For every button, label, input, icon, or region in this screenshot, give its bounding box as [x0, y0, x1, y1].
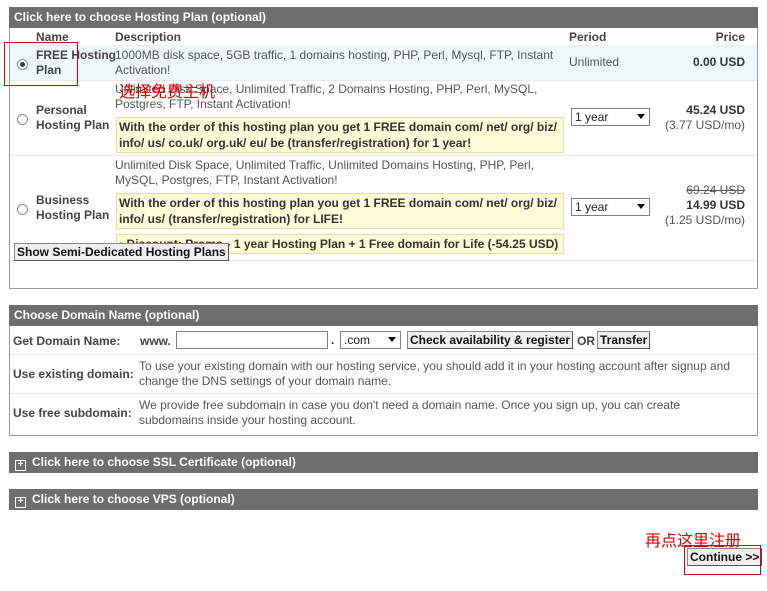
annotation-box-free-plan [4, 42, 78, 86]
desc-line: 1000MB disk space, 5GB traffic, 1 domain… [115, 48, 554, 62]
plus-icon: + [15, 497, 26, 508]
annotation-box-continue [684, 545, 761, 575]
promo-line: info/ us/ (transfer/registration) for LI… [119, 212, 344, 226]
plan-price-free: 0.00 USD [693, 55, 745, 70]
plus-icon: + [15, 460, 26, 471]
promo-line: With the order of this hosting plan you … [119, 196, 557, 210]
plan-name-personal: Personal Hosting Plan [36, 103, 109, 133]
plan-name-line: Business [36, 193, 90, 207]
price-value: 0.00 USD [692, 55, 745, 69]
personal-plan-radio[interactable] [17, 114, 28, 125]
text-line: To use your existing domain with our hos… [139, 359, 731, 373]
plan-row-free: FREE Hosting Plan 1000MB disk space, 5GB… [10, 46, 757, 81]
or-text: OR [577, 334, 595, 348]
dropdown-arrow-icon [388, 337, 396, 342]
domain-header[interactable]: Choose Domain Name (optional) [9, 305, 758, 326]
vps-panel: + Click here to choose VPS (optional) [9, 489, 758, 510]
promo-line: With the order of this hosting plan you … [119, 120, 557, 134]
plan-price-business: 69.24 USD 14.99 USD (1.25 USD/mo) [665, 183, 745, 228]
plan-name-line: Hosting Plan [36, 118, 110, 132]
transfer-button[interactable]: Transfer [597, 331, 651, 349]
price-per-month: (1.25 USD/mo) [664, 213, 745, 227]
domain-table: Get Domain Name: www. . .com Check avail… [9, 326, 758, 436]
plan-name-line: Personal [36, 103, 87, 117]
desc-line: MySQL, Postgres, FTP, Instant Activation… [115, 173, 338, 187]
hosting-plan-panel: Click here to choose Hosting Plan (optio… [9, 7, 758, 289]
ssl-panel: + Click here to choose SSL Certificate (o… [9, 452, 758, 473]
price-value: 14.99 USD [686, 198, 745, 212]
check-availability-button[interactable]: Check availability & register [407, 331, 574, 349]
column-period: Period [569, 30, 607, 44]
price-old: 69.24 USD [686, 183, 745, 197]
plan-price-personal: 45.24 USD (3.77 USD/mo) [665, 103, 745, 133]
vps-header-label: Click here to choose VPS (optional) [32, 492, 235, 506]
period-select-value: 1 year [575, 110, 609, 124]
tld-select-value: .com [344, 333, 371, 347]
desc-line: Unlimited Disk Space, Unlimited Traffic,… [115, 158, 535, 172]
plan-description-free: 1000MB disk space, 5GB traffic, 1 domain… [115, 48, 565, 78]
column-description: Description [115, 30, 182, 44]
tld-select[interactable]: .com [340, 331, 401, 349]
column-price: Price [715, 30, 745, 44]
period-select-business[interactable]: 1 year [571, 198, 650, 216]
existing-domain-text: To use your existing domain with our hos… [139, 359, 751, 389]
text-line: change the DNS settings of your domain n… [139, 374, 392, 388]
text-line: subdomains inside your hosting account. [139, 413, 356, 427]
domain-name-input[interactable] [176, 331, 328, 349]
ssl-header[interactable]: + Click here to choose SSL Certificate (o… [9, 452, 758, 473]
plan-period-free: Unlimited [569, 55, 620, 69]
plan-name-line: Hosting Plan [36, 208, 110, 222]
business-plan-radio[interactable] [17, 204, 28, 215]
plan-promo-business: With the order of this hosting plan you … [116, 193, 564, 229]
show-semi-dedicated-button[interactable]: Show Semi-Dedicated Hosting Plans [14, 243, 229, 261]
free-subdomain-text: We provide free subdomain in case you do… [139, 398, 751, 428]
vps-header[interactable]: + Click here to choose VPS (optional) [9, 489, 758, 510]
desc-line: Activation! [115, 63, 171, 77]
price-value: 45.24 USD [686, 103, 745, 117]
plan-promo-personal: With the order of this hosting plan you … [116, 117, 564, 153]
hosting-plan-table: Name Description Period Price FREE Hosti… [9, 28, 758, 289]
existing-domain-row: Use existing domain: To use your existin… [10, 355, 757, 394]
plan-description-business: Unlimited Disk Space, Unlimited Traffic,… [115, 158, 565, 188]
domain-panel: Choose Domain Name (optional) Get Domain… [9, 305, 758, 436]
dropdown-arrow-icon [637, 114, 645, 119]
existing-domain-label: Use existing domain: [13, 367, 134, 381]
column-header-row: Name Description Period Price [10, 28, 757, 46]
price-per-month: (3.77 USD/mo) [664, 118, 745, 132]
ssl-header-label: Click here to choose SSL Certificate (op… [32, 455, 296, 469]
hosting-plan-header[interactable]: Click here to choose Hosting Plan (optio… [9, 7, 758, 28]
period-select-value: 1 year [575, 200, 609, 214]
get-domain-row: Get Domain Name: www. . .com Check avail… [10, 326, 757, 355]
get-domain-label: Get Domain Name: [13, 334, 121, 348]
plan-name-business: Business Hosting Plan [36, 193, 109, 223]
period-select-personal[interactable]: 1 year [571, 108, 650, 126]
promo-line: info/ us/ co.uk/ org.uk/ eu/ be (transfe… [119, 136, 472, 150]
free-subdomain-row: Use free subdomain: We provide free subd… [10, 394, 757, 432]
annotation-choose-free: 选择免费主机 [119, 82, 216, 101]
www-prefix: www. [140, 334, 171, 348]
domain-dot: . [331, 333, 335, 347]
dropdown-arrow-icon [637, 204, 645, 209]
free-subdomain-label: Use free subdomain: [13, 406, 132, 420]
text-line: We provide free subdomain in case you do… [139, 398, 681, 412]
